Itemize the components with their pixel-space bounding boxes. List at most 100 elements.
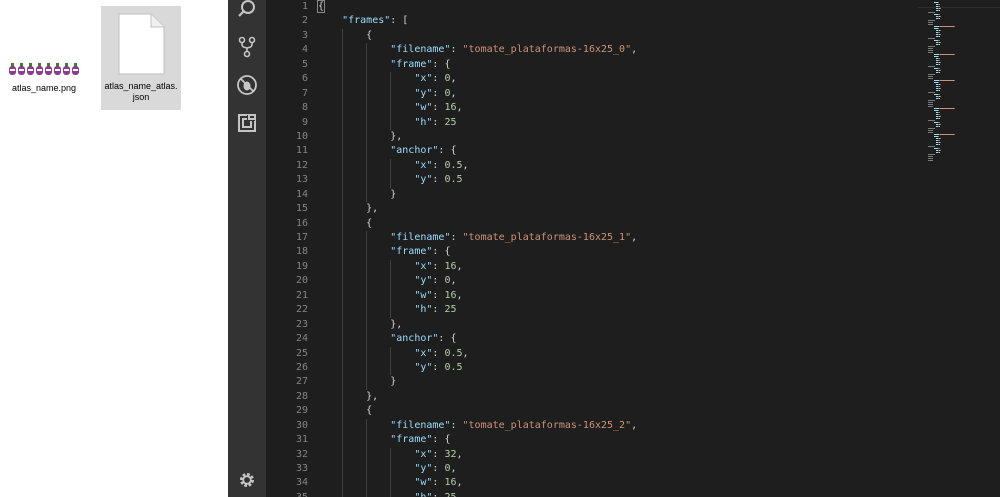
code-token: : — [450, 419, 463, 431]
code-token: : — [432, 116, 445, 128]
code-line: "h": 25 — [318, 490, 918, 497]
minimap-line — [940, 108, 954, 109]
search-icon[interactable] — [228, 0, 266, 24]
code-token: , — [450, 73, 457, 85]
code-token: : — [432, 448, 445, 460]
code-token: "y" — [414, 87, 433, 99]
indent-guide — [342, 173, 344, 188]
minimap-line — [938, 98, 940, 99]
line-number: 18 — [295, 246, 308, 258]
code-token: 16 — [444, 260, 457, 272]
indent-guide — [366, 317, 368, 333]
code-token: { — [318, 405, 373, 417]
line-number: 9 — [301, 116, 308, 128]
code-token: : — [450, 232, 463, 243]
minimap-line — [940, 96, 941, 97]
minimap-line — [928, 78, 933, 79]
minimap-line — [939, 8, 941, 9]
code-token: "x" — [414, 448, 433, 460]
code-line: "w": 16, — [318, 101, 918, 116]
code-token: , — [462, 347, 469, 359]
minimap-line — [928, 12, 935, 13]
minimap-line — [939, 116, 941, 117]
indent-guide — [342, 375, 344, 390]
settings-gear-icon[interactable] — [228, 465, 266, 495]
indent-guide — [366, 418, 368, 434]
file-atlas-json[interactable]: atlas_name_atlas. json — [101, 6, 181, 110]
minimap-line — [940, 16, 941, 17]
indent-guide — [342, 476, 344, 491]
indent-guide — [366, 447, 368, 462]
line-number: 12 — [295, 159, 308, 171]
indent-guide — [342, 317, 344, 333]
line-number: 3 — [301, 29, 308, 41]
code-token: : [ — [390, 15, 409, 27]
file-atlas-png[interactable]: atlas_name.png — [4, 56, 84, 94]
code-token: : { — [432, 434, 451, 446]
code-token: , — [631, 232, 638, 243]
indent-guide — [390, 158, 392, 174]
code-token: "frame" — [390, 58, 433, 70]
minimap-line — [938, 40, 940, 41]
line-number: 28 — [295, 390, 308, 402]
minimap-line — [940, 26, 954, 27]
code-token: "filename" — [390, 232, 451, 243]
code-token: "filename" — [390, 419, 451, 431]
code-token: 25 — [444, 304, 457, 316]
file-name-png: atlas_name.png — [11, 83, 77, 93]
minimap-line — [937, 110, 939, 111]
line-number: 5 — [301, 58, 308, 70]
indent-guide — [366, 245, 368, 260]
code-token: 25 — [444, 492, 456, 497]
source-control-icon[interactable] — [228, 32, 266, 62]
file-name-json-line1: atlas_name_atlas. — [104, 81, 178, 91]
minimap-line — [939, 4, 940, 5]
line-number: 24 — [295, 333, 308, 345]
code-token: 16 — [444, 477, 457, 489]
indent-guide — [366, 360, 368, 376]
code-line: "x": 0.5, — [318, 346, 918, 361]
indent-guide — [342, 144, 344, 159]
indent-guide — [366, 43, 368, 58]
extensions-icon[interactable] — [228, 108, 266, 138]
indent-guide — [342, 72, 344, 87]
indent-guide — [366, 274, 368, 289]
minimap-line — [940, 70, 941, 71]
indent-guide — [342, 245, 344, 260]
code-token: 16 — [444, 102, 457, 114]
code-area[interactable]: { "frames": [ { "filename": "tomate_plat… — [316, 0, 918, 497]
indent-guide — [342, 433, 344, 448]
code-token: : — [432, 174, 445, 186]
minimap-line — [939, 142, 941, 143]
minimap[interactable] — [918, 0, 1000, 170]
line-number: 22 — [295, 304, 308, 316]
code-token: , — [456, 477, 463, 489]
indent-guide — [342, 86, 344, 102]
minimap-line — [928, 102, 933, 103]
indent-guide — [342, 303, 344, 318]
sprite-frame — [71, 63, 80, 77]
code-token: : — [432, 347, 445, 359]
code-line: "x": 0.5, — [318, 158, 918, 174]
file-name-json-line2: json — [132, 92, 150, 102]
minimap-line — [938, 18, 940, 19]
code-token: 0.5 — [444, 361, 463, 373]
code-token: "frame" — [390, 434, 433, 446]
minimap-line — [938, 118, 940, 119]
code-line: "y": 0, — [318, 274, 918, 289]
indent-guide — [342, 187, 344, 203]
code-token: , — [450, 463, 457, 474]
code-token: "h" — [414, 116, 433, 128]
line-number: 21 — [295, 289, 308, 301]
line-number: 19 — [295, 260, 308, 272]
code-token: } — [318, 376, 397, 388]
indent-guide — [390, 490, 392, 497]
code-token: "h" — [414, 304, 433, 316]
minimap-line — [938, 90, 940, 91]
indent-guide — [342, 346, 344, 361]
code-token: : — [432, 102, 445, 114]
debug-icon[interactable] — [228, 70, 266, 100]
code-editor[interactable]: 1 2 3 4 5 6 7 8 9 10 11 12 13 14 15 16 17 18 19 20 21 22 23 24 2… — [266, 0, 1000, 497]
